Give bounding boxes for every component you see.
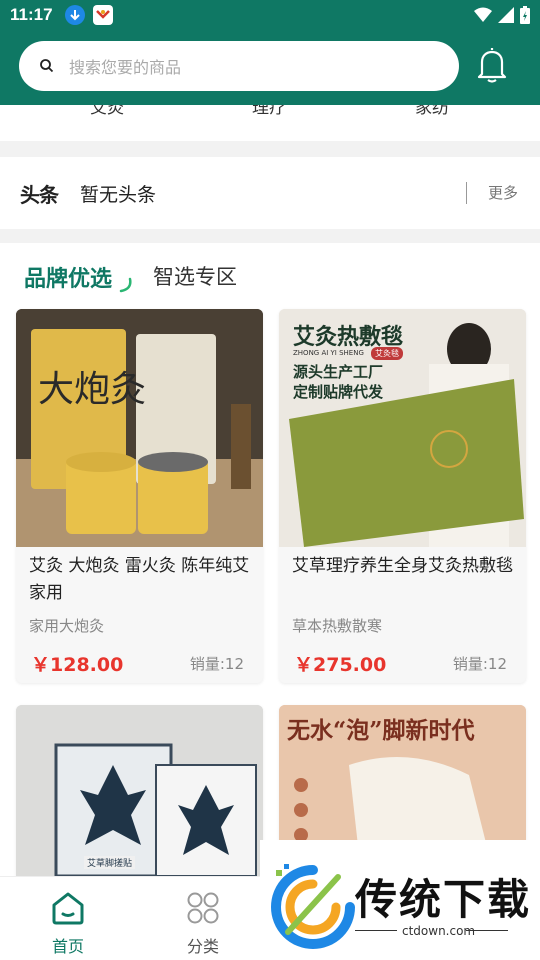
category-strip: 艾灸 理疗 家纺 <box>0 105 540 141</box>
tab-active-indicator <box>119 277 132 293</box>
product-card[interactable]: 艾灸热敷毯 ZHONG AI YI SHENG 艾灸毯 源头生产工厂 定制贴牌代… <box>279 309 526 683</box>
category-item[interactable]: 理疗 <box>252 105 286 118</box>
watermark: 传统下载 ctdown.com <box>260 840 540 960</box>
grid-icon <box>187 892 219 924</box>
product-image: 艾灸热敷毯 ZHONG AI YI SHENG 艾灸毯 源头生产工厂 定制贴牌代… <box>279 309 526 547</box>
product-subtitle: 家用大炮灸 <box>29 617 105 635</box>
tab-home-label: 首页 <box>51 937 84 956</box>
tab-category[interactable]: 分类 <box>168 891 238 957</box>
headline-text: 暂无头条 <box>80 183 157 206</box>
image-pinyin: ZHONG AI YI SHENG <box>293 349 364 357</box>
headline-bar[interactable]: 头条 暂无头条 更多 <box>0 157 540 229</box>
price-row: ￥275.00 销量:12 <box>279 636 526 677</box>
image-label: 艾草脚搓贴 <box>84 856 136 869</box>
product-card[interactable]: 大炮灸 艾灸 大炮灸 雷火灸 陈年纯艾 家用 家用大炮灸 ￥128.00 销量:… <box>16 309 263 683</box>
product-price: ￥128.00 <box>31 654 124 676</box>
product-image: 大炮灸 <box>16 309 263 547</box>
more-link[interactable]: 更多 <box>488 182 518 203</box>
product-title: 艾草理疗养生全身艾灸热敷毯 <box>292 556 513 576</box>
divider <box>355 930 397 931</box>
product-price: ￥275.00 <box>294 654 387 676</box>
price-row: ￥128.00 销量:12 <box>16 636 263 677</box>
status-bar: 11:17 <box>0 0 540 30</box>
search-icon <box>40 59 54 73</box>
watermark-logo-icon <box>271 864 355 949</box>
image-line1: 源头生产工厂 <box>293 363 384 381</box>
product-sales: 销量:12 <box>452 655 507 673</box>
product-title: 艾灸 大炮灸 雷火灸 陈年纯艾 家用 <box>29 556 250 603</box>
category-item[interactable]: 家纺 <box>415 105 449 118</box>
watermark-url: ctdown.com <box>402 924 476 938</box>
bell-icon[interactable] <box>472 44 512 84</box>
wifi-icon <box>474 7 492 22</box>
image-heading: 无水“泡”脚新时代 <box>287 717 475 744</box>
watermark-title: 传统下载 <box>355 875 532 924</box>
app-notification-icon <box>92 5 113 25</box>
product-subtitle: 草本热敷散寒 <box>292 617 383 635</box>
image-line2: 定制贴牌代发 <box>293 383 384 401</box>
image-badge: 艾灸毯 <box>371 347 403 360</box>
category-item[interactable]: 艾灸 <box>90 105 124 118</box>
status-time: 11:17 <box>10 5 53 24</box>
battery-icon <box>520 6 530 24</box>
tab-smart-selection[interactable]: 智选专区 <box>153 261 237 291</box>
top-header: 搜索您要的商品 <box>0 30 540 105</box>
svg-text:大炮灸: 大炮灸 <box>38 369 146 410</box>
tab-home[interactable]: 首页 <box>33 891 103 957</box>
tab-category-label: 分类 <box>186 937 219 956</box>
tab-brand-selection[interactable]: 品牌优选 <box>24 261 112 293</box>
signal-icon <box>498 7 514 23</box>
search-input[interactable]: 搜索您要的商品 <box>19 41 459 91</box>
divider <box>466 182 467 204</box>
divider <box>466 930 508 931</box>
product-card[interactable]: 艾草脚搓贴 <box>16 705 263 876</box>
download-notification-icon <box>64 5 85 25</box>
headline-logo: 头条 <box>20 182 59 207</box>
search-placeholder: 搜索您要的商品 <box>69 58 182 77</box>
product-sales: 销量:12 <box>189 655 244 673</box>
product-image: 艾草脚搓贴 <box>16 705 263 876</box>
home-icon <box>52 892 84 925</box>
